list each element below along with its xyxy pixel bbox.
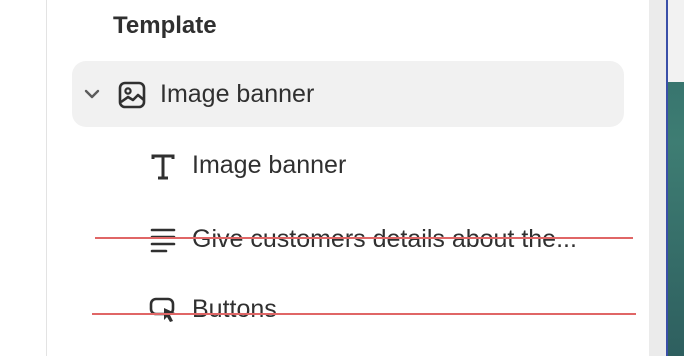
child-label-text[interactable]: Give customers details about the...	[192, 225, 577, 254]
preview-header	[668, 0, 684, 82]
paragraph-icon[interactable]	[148, 225, 178, 255]
text-icon[interactable]	[148, 152, 178, 182]
image-icon	[118, 81, 146, 109]
child-label-heading[interactable]: Image banner	[192, 151, 346, 180]
block-item-image-banner[interactable]	[72, 61, 624, 127]
hidden-strike-line	[95, 237, 633, 239]
left-sidebar-strip	[0, 0, 47, 356]
block-label: Image banner	[160, 80, 315, 108]
panel-scroll-gutter[interactable]	[649, 0, 666, 356]
section-title: Template	[113, 12, 217, 39]
theme-editor-panel	[47, 0, 649, 356]
button-pointer-icon[interactable]	[148, 295, 178, 325]
preview-pane	[666, 0, 684, 356]
child-label-buttons[interactable]: Buttons	[192, 295, 277, 324]
hidden-strike-line	[92, 313, 636, 315]
chevron-down-icon[interactable]	[82, 84, 102, 104]
